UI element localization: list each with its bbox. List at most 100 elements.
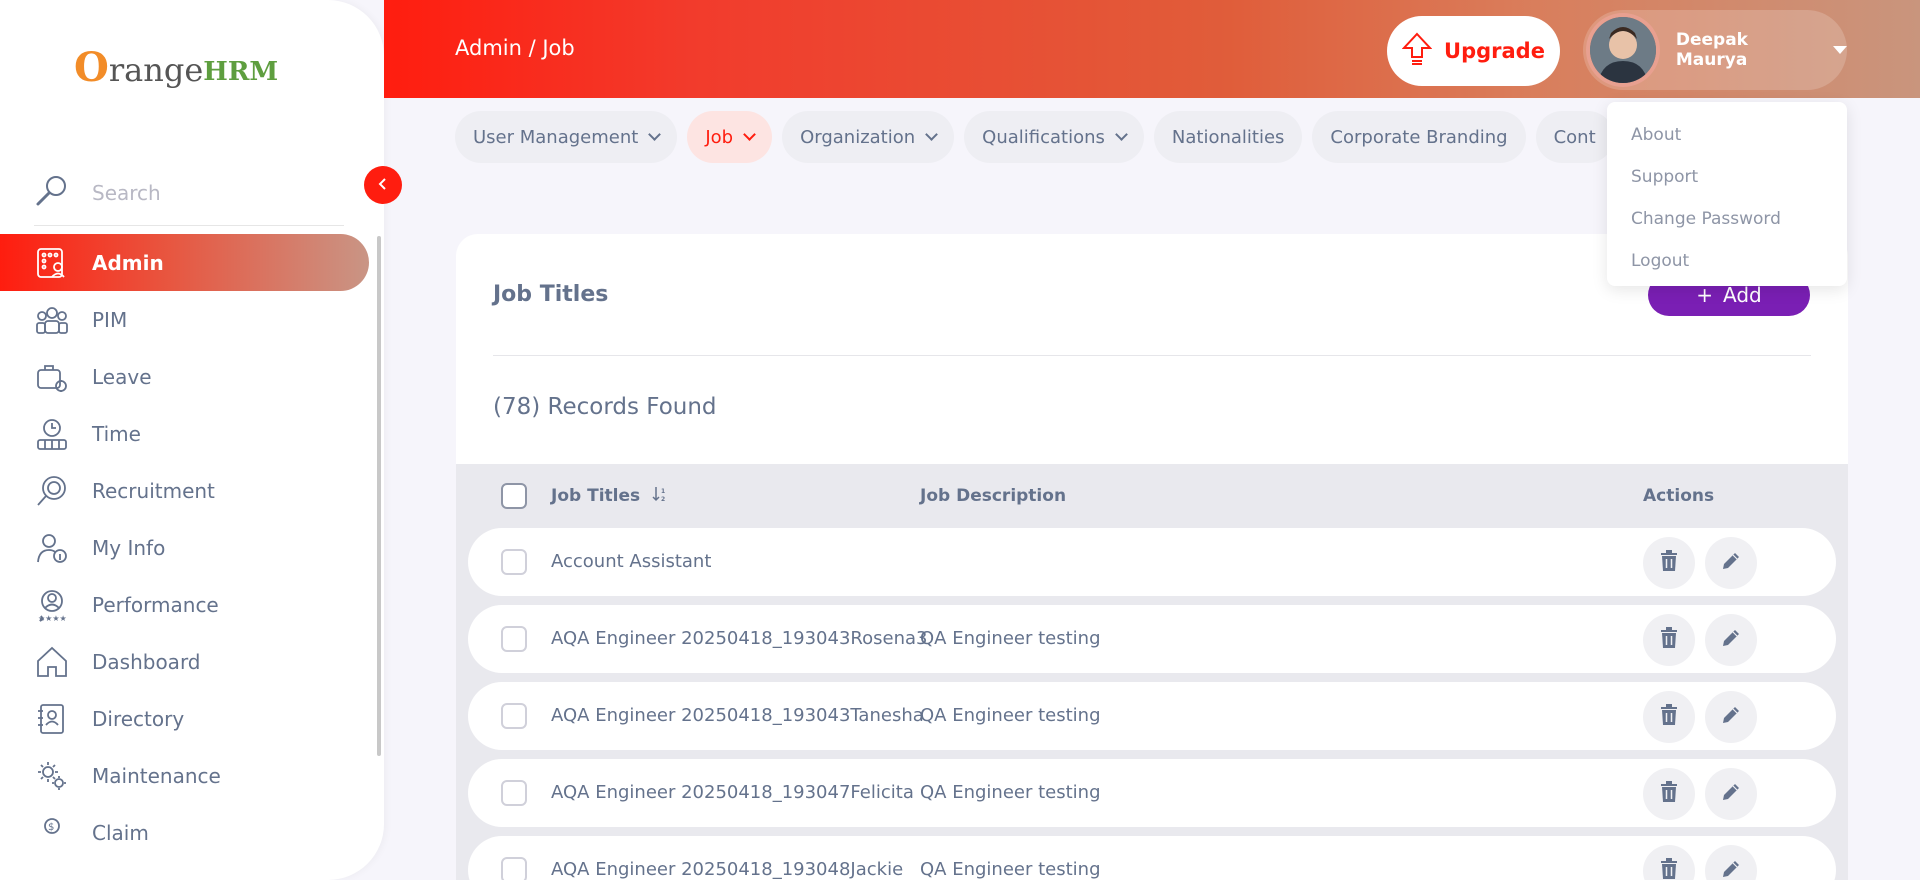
tab-label: Job <box>705 126 734 148</box>
column-label: Job Titles <box>551 486 641 506</box>
sidebar-item-label: Time <box>92 421 141 446</box>
plus-icon: + <box>1696 283 1714 307</box>
edit-button[interactable] <box>1705 691 1757 743</box>
sidebar-item-label: Performance <box>92 592 219 617</box>
row-checkbox[interactable] <box>501 857 527 880</box>
caret-down-icon <box>1833 46 1847 54</box>
job-titles-table: Job Titles 12 Job Description Actions Ac… <box>456 464 1848 880</box>
delete-button[interactable] <box>1643 537 1695 589</box>
user-dropdown[interactable]: Deepak Maurya <box>1583 10 1847 90</box>
table-row[interactable]: AQA Engineer 20250418_193043Rosena3 QA En… <box>468 605 1836 673</box>
table-row[interactable]: AQA Engineer 20250418_193043Tanesha QA En… <box>468 682 1836 750</box>
trash-icon <box>1659 626 1679 654</box>
sidebar-item-my-info[interactable]: My Info <box>0 519 384 576</box>
sidebar-item-time[interactable]: Time <box>0 405 384 462</box>
edit-button[interactable] <box>1705 537 1757 589</box>
search-input[interactable]: Search <box>34 160 344 226</box>
records-count: (78) Records Found <box>493 394 717 420</box>
tab-user-management[interactable]: User Management <box>455 111 678 163</box>
delete-button[interactable] <box>1643 845 1695 880</box>
sort-icon[interactable]: 12 <box>652 485 668 508</box>
delete-button[interactable] <box>1643 691 1695 743</box>
trash-icon <box>1659 780 1679 808</box>
menu-item-about[interactable]: About <box>1607 114 1847 156</box>
sidebar: O range HRM Search Admin PIM Leave Time Recr… <box>0 0 384 880</box>
search-placeholder: Search <box>92 180 161 205</box>
sidebar-item-label: My Info <box>92 535 166 560</box>
job-title-cell: AQA Engineer 20250418_193048Jackie <box>551 859 904 880</box>
recruitment-icon <box>34 473 70 509</box>
trash-icon <box>1659 703 1679 731</box>
admin-tabs: User Management Job Organization Qualificat… <box>455 111 1614 163</box>
upgrade-label: Upgrade <box>1444 39 1545 63</box>
job-title-cell: AQA Engineer 20250418_193047Felicita <box>551 782 914 803</box>
claim-icon: $ <box>34 815 70 851</box>
main-menu: Admin PIM Leave Time Recruitment My Info ★★★★ P… <box>0 234 384 861</box>
delete-button[interactable] <box>1643 768 1695 820</box>
sidebar-item-claim[interactable]: $ Claim <box>0 804 384 861</box>
svg-text:★★★★: ★★★★ <box>38 614 67 622</box>
upgrade-button[interactable]: Upgrade <box>1387 16 1560 86</box>
pencil-icon <box>1720 550 1742 577</box>
sidebar-item-pim[interactable]: PIM <box>0 291 384 348</box>
tab-label: Cont <box>1553 126 1596 148</box>
row-checkbox[interactable] <box>501 626 527 652</box>
sidebar-item-admin[interactable]: Admin <box>0 234 369 291</box>
sidebar-item-performance[interactable]: ★★★★ Performance <box>0 576 384 633</box>
sidebar-item-label: Directory <box>92 706 185 731</box>
column-header-job-titles[interactable]: Job Titles 12 <box>551 485 668 508</box>
sidebar-item-dashboard[interactable]: Dashboard <box>0 633 384 690</box>
pencil-icon <box>1720 704 1742 731</box>
tab-job[interactable]: Job <box>687 111 773 163</box>
collapse-sidebar-button[interactable] <box>364 166 402 204</box>
sidebar-scrollbar[interactable] <box>377 236 381 756</box>
sidebar-item-recruitment[interactable]: Recruitment <box>0 462 384 519</box>
menu-item-change-password[interactable]: Change Password <box>1607 198 1847 240</box>
trash-icon <box>1659 549 1679 577</box>
svg-text:1: 1 <box>661 488 665 495</box>
tab-label: User Management <box>473 126 639 148</box>
row-checkbox[interactable] <box>501 780 527 806</box>
row-checkbox[interactable] <box>501 549 527 575</box>
my-info-icon <box>34 530 70 566</box>
row-checkbox[interactable] <box>501 703 527 729</box>
tab-nationalities[interactable]: Nationalities <box>1153 111 1303 163</box>
user-name: Deepak Maurya <box>1675 30 1748 70</box>
chevron-left-icon <box>377 175 389 196</box>
sidebar-item-leave[interactable]: Leave <box>0 348 384 405</box>
tab-cont[interactable]: Cont <box>1535 111 1614 163</box>
edit-button[interactable] <box>1705 614 1757 666</box>
svg-text:$: $ <box>48 822 54 833</box>
delete-button[interactable] <box>1643 614 1695 666</box>
menu-item-support[interactable]: Support <box>1607 156 1847 198</box>
edit-button[interactable] <box>1705 845 1757 880</box>
sidebar-item-maintenance[interactable]: Maintenance <box>0 747 384 804</box>
column-header-actions: Actions <box>1643 486 1715 506</box>
chevron-down-icon <box>743 128 756 141</box>
pencil-icon <box>1720 781 1742 808</box>
maintenance-icon <box>34 758 70 794</box>
upgrade-icon <box>1401 32 1433 71</box>
performance-icon: ★★★★ <box>34 587 70 623</box>
tab-qualifications[interactable]: Qualifications <box>964 111 1144 163</box>
sidebar-item-label: PIM <box>92 307 128 332</box>
table-row[interactable]: AQA Engineer 20250418_193048Jackie QA Eng… <box>468 836 1836 880</box>
tab-label: Corporate Branding <box>1330 126 1508 148</box>
pim-icon <box>34 302 70 338</box>
tab-organization[interactable]: Organization <box>782 111 955 163</box>
select-all-checkbox[interactable] <box>501 483 527 509</box>
edit-button[interactable] <box>1705 768 1757 820</box>
page-title: Job Titles <box>493 282 609 307</box>
sidebar-item-label: Dashboard <box>92 649 201 674</box>
table-row[interactable]: Account Assistant <box>468 528 1836 596</box>
chevron-down-icon <box>648 128 662 141</box>
menu-item-logout[interactable]: Logout <box>1607 240 1847 282</box>
table-row[interactable]: AQA Engineer 20250418_193047Felicita QA E… <box>468 759 1836 827</box>
sidebar-item-directory[interactable]: Directory <box>0 690 384 747</box>
job-description-cell: QA Engineer testing <box>920 782 1101 803</box>
dashboard-icon <box>34 644 70 680</box>
svg-text:2: 2 <box>661 496 665 503</box>
divider <box>493 355 1811 356</box>
tab-corporate-branding[interactable]: Corporate Branding <box>1312 111 1526 163</box>
add-label: Add <box>1723 283 1762 307</box>
